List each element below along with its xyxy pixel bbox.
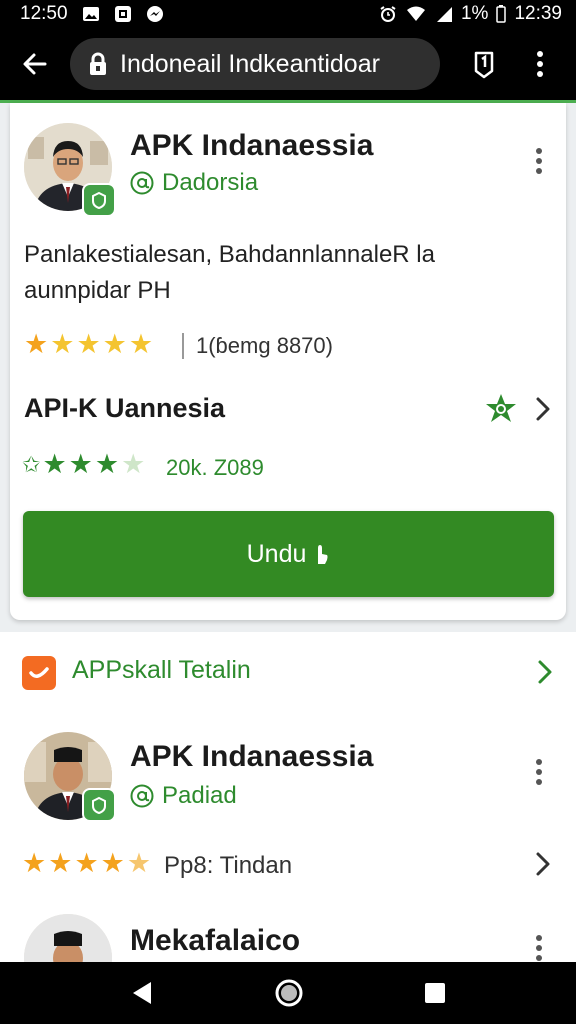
browser-menu-button[interactable] xyxy=(520,42,560,86)
kebab-menu-icon xyxy=(536,148,542,174)
section-title[interactable]: API-K Uannesia xyxy=(24,393,225,424)
star-half-icon: ★ xyxy=(126,848,152,878)
battery-text: 1% xyxy=(460,3,489,24)
star-icon: ★ xyxy=(128,329,154,359)
recommendations-card: APPskall Tetalin APK Indanaessia Padiad … xyxy=(0,632,576,962)
star-icon: ★ xyxy=(68,449,93,479)
kebab-menu-icon xyxy=(537,51,543,77)
star-half-icon: ★ xyxy=(121,449,146,479)
chevron-right-icon xyxy=(536,852,550,876)
messenger-icon xyxy=(146,6,163,22)
promo-text: APPskall Tetalin xyxy=(72,656,251,684)
app-more-button[interactable] xyxy=(524,750,554,794)
app-description: Panlakestialesan, BahdannlannaleR la aun… xyxy=(24,241,435,304)
rating-stars: ★ ★ ★ ★ ★ xyxy=(22,850,151,877)
at-icon xyxy=(130,171,154,195)
tabs-icon xyxy=(474,51,494,79)
star-icon: ★ xyxy=(76,329,101,359)
tabs-button[interactable] xyxy=(462,42,506,86)
url-field[interactable]: Indoneail Indkeantidoar xyxy=(70,38,440,90)
at-icon xyxy=(130,784,154,808)
star-icon: ★ xyxy=(42,449,67,479)
rating-stars: ★ ★ ★ ★ ★ xyxy=(24,331,153,358)
gallery-icon xyxy=(82,7,99,21)
star-icon: ★ xyxy=(100,848,125,878)
developer-name: Dadorsia xyxy=(162,169,259,196)
app-card: APK Indanaessia Dadorsia Panlakestialesa… xyxy=(10,103,566,620)
wifi-icon xyxy=(406,6,425,21)
promo-app-icon xyxy=(22,656,56,690)
developer-name: Padiad xyxy=(162,782,237,809)
star-icon: ★ xyxy=(102,329,127,359)
system-nav-bar xyxy=(0,962,576,1024)
verified-badge-icon xyxy=(82,183,116,217)
item-chevron-button[interactable] xyxy=(528,844,558,884)
star-icon: ★ xyxy=(74,848,99,878)
chevron-right-icon xyxy=(538,660,552,684)
signal-icon xyxy=(436,7,452,22)
verified-badge-icon xyxy=(82,788,116,822)
back-button[interactable] xyxy=(0,28,70,100)
screenshot-icon xyxy=(114,6,131,22)
lock-icon xyxy=(88,52,108,76)
nav-back-icon[interactable] xyxy=(129,979,155,1007)
app-more-button[interactable] xyxy=(524,926,554,962)
alarm-icon xyxy=(380,6,396,22)
hand-pointer-icon xyxy=(318,545,328,564)
rating-divider xyxy=(182,333,184,359)
developer-link[interactable]: Padiad xyxy=(130,782,237,810)
promo-chevron-button[interactable] xyxy=(530,652,560,692)
app-title[interactable]: APK Indanaessia xyxy=(130,740,373,774)
star-icon: ★ xyxy=(22,848,47,878)
section-rating-stars: ✩ ★ ★ ★ ★ xyxy=(22,451,145,478)
url-text: Indoneail Indkeantidoar xyxy=(120,49,380,78)
chevron-right-icon xyxy=(536,397,550,421)
download-button[interactable]: Undu xyxy=(23,511,554,597)
nav-recents-icon[interactable] xyxy=(423,981,447,1005)
download-button-label: Undu xyxy=(246,539,307,568)
app-title[interactable]: Mekafalaico xyxy=(130,924,300,958)
app-title[interactable]: APK Indanaessia xyxy=(130,129,373,163)
nav-home-icon[interactable] xyxy=(274,978,304,1008)
star-icon: ★ xyxy=(24,329,49,359)
status-time-right: 12:39 xyxy=(514,3,562,24)
star-icon: ★ xyxy=(94,449,120,479)
star-icon: ★ xyxy=(50,329,75,359)
promo-row[interactable]: APPskall Tetalin xyxy=(0,632,576,712)
section-chevron-button[interactable] xyxy=(528,389,558,429)
kebab-menu-icon xyxy=(536,759,542,785)
star-icon: ★ xyxy=(48,848,73,878)
back-arrow-icon xyxy=(23,53,47,75)
developer-link[interactable]: Dadorsia xyxy=(130,169,258,197)
browser-toolbar: Indoneail Indkeantidoar xyxy=(0,28,576,100)
app-more-button[interactable] xyxy=(524,139,554,183)
award-star-icon xyxy=(486,394,516,422)
status-bar: 12:50 1% 12:39 xyxy=(0,0,576,28)
star-outline-icon: ✩ xyxy=(22,451,41,477)
avatar[interactable] xyxy=(24,914,112,962)
rating-count: 1(ɓemg 8870) xyxy=(196,333,333,358)
rating-info: Pp8: Tindan xyxy=(164,852,293,879)
battery-icon xyxy=(496,5,507,23)
kebab-menu-icon xyxy=(536,935,542,961)
section-rating-count: 20k. Z089 xyxy=(166,455,264,480)
status-time-left: 12:50 xyxy=(20,3,68,24)
